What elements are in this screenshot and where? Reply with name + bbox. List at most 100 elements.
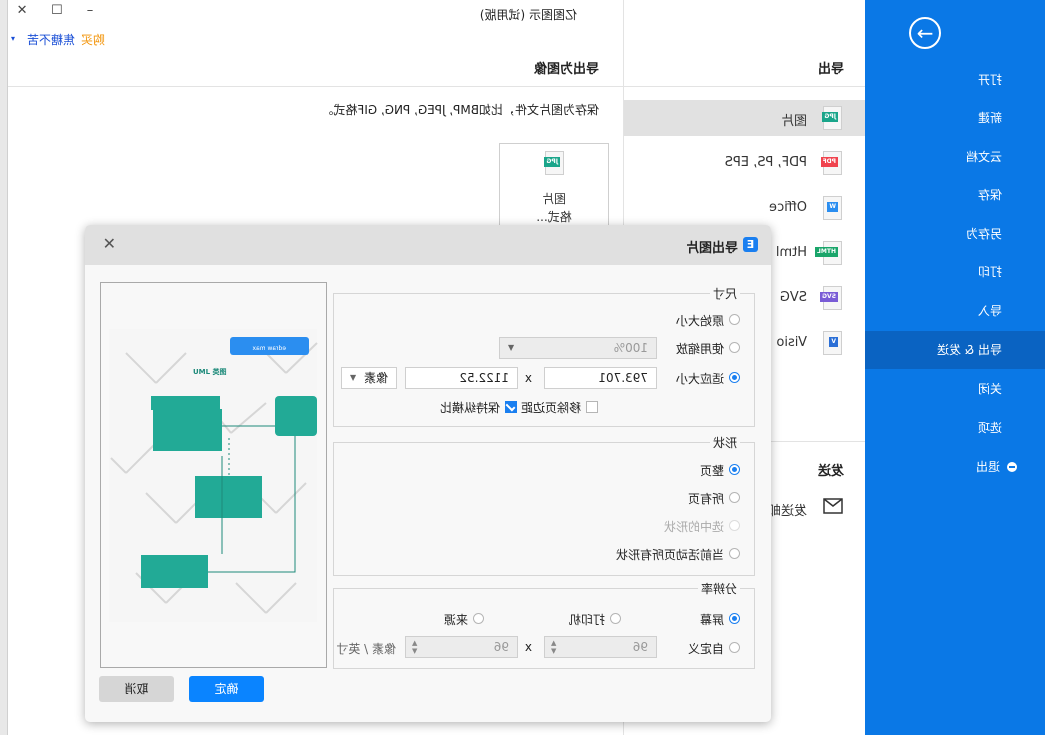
sidebar-item-open[interactable]: 打开 [865,61,1045,99]
chevron-down-icon[interactable]: ▾ [11,34,15,43]
radio-dot [729,314,740,325]
sidebar-item-label: 打印 [977,265,1002,279]
radio-dot [473,613,484,624]
sidebar-item-cloud-docs[interactable]: 云文档 [865,138,1045,176]
radio-label: 适应大小 [675,372,724,386]
jpg-file-icon: JPG [822,106,842,130]
sidebar-item-label: 关闭 [977,382,1002,396]
sidebar-item-import[interactable]: 导入 [865,292,1045,330]
export-item-office[interactable]: W Office [624,190,865,226]
export-item-label: Visio [776,335,807,350]
dpi-x-stepper[interactable]: 96 ▲ ▼ [544,636,657,658]
content-title: 导出为图像 [533,62,599,77]
back-arrow-icon[interactable]: → [909,17,941,49]
export-item-label: PDF, PS, EPS [724,155,807,170]
card-sublabel: 格式... [536,210,572,224]
sidebar-item-new[interactable]: 新建 [865,99,1045,137]
window-title: 亿图图示 (试用版) [479,8,577,22]
sidebar-item-label: 另存为 [965,227,1002,241]
dpi-unit-label: 像素 / 英寸 [336,642,396,656]
visio-file-icon: V [823,331,842,355]
sidebar-item-label: 退出 [975,460,1000,474]
user-account-menu[interactable]: 焦糖不苦 [27,31,75,48]
edraw-banner: edraw max [230,337,309,355]
close-icon[interactable]: ✕ [103,234,116,253]
sidebar-item-export-send[interactable]: 导出 & 发送 [865,331,1045,369]
radio-label: 屏幕 [699,613,724,627]
dpi-y-stepper[interactable]: 96 ▲ ▼ [405,636,518,658]
sidebar-item-close[interactable]: 关闭 [865,370,1045,408]
width-value: 793.701 [598,371,648,385]
html-file-icon: HTML [815,241,842,265]
image-format-card[interactable]: JPG 图片 格式... [499,143,609,230]
radio-dot [729,372,740,383]
radio-label: 自定义 [687,642,724,656]
minimize-button[interactable]: – [80,3,100,18]
radio-dot [729,548,740,559]
preview-diagram: edraw max UML 类图 [109,329,318,622]
sidebar-item-label: 新建 [977,111,1002,125]
radio-dot [729,520,740,531]
radio-label: 当前活动页所有形状 [615,548,724,562]
radio-label: 使用缩放 [675,342,724,356]
radio-dot [729,613,740,624]
height-value: 1122.52 [459,371,509,385]
buy-link[interactable]: 购买 [81,31,105,48]
send-section-title: 发送 [817,464,844,479]
export-preview: edraw max UML 类图 [100,282,327,668]
sidebar-item-save-as[interactable]: 另存为 [865,215,1045,253]
sidebar-item-save[interactable]: 保存 [865,176,1045,214]
svg-file-icon: SVG [820,286,842,310]
file-tag: JPG [544,157,560,167]
file-tag: SVG [820,292,838,302]
app-logo-icon: E [743,237,758,252]
sidebar-item-label: 打开 [977,73,1002,87]
diagram-title: UML 类图 [193,367,227,376]
radio-label: 原始大小 [675,314,724,328]
window-edge [0,0,8,735]
sidebar-item-exit[interactable]: 退出 [865,448,1045,486]
unit-value: 像素 [363,371,388,385]
radio-label: 打印机 [568,613,605,627]
dpi-x-value: 96 [632,640,648,654]
checkbox-label: 移除页边距 [520,401,581,415]
jpg-file-icon: JPG [544,151,564,175]
radio-label: 所有页 [687,492,724,506]
radio-label: 整页 [699,464,724,478]
radio-dot [729,342,740,353]
shape-legend: 形状 [712,436,737,450]
pdf-file-icon: PDF [820,151,842,175]
maximize-button[interactable]: ☐ [47,3,67,18]
unit-select[interactable]: 像素 ▼ [341,367,397,389]
height-input[interactable]: 1122.52 [405,367,518,389]
export-item-image[interactable]: JPG 图片 [624,100,865,136]
card-label: 图片 [542,192,567,206]
radio-dot [729,464,740,475]
dpi-y-value: 96 [493,640,509,654]
zoom-select[interactable]: 100% ▼ [499,337,657,359]
checkbox-box [586,401,598,413]
radio-dot [729,642,740,653]
minus-circle-icon [1007,462,1017,472]
close-window-button[interactable]: ✕ [12,3,32,18]
radio-dot [729,492,740,503]
export-item-pdf[interactable]: PDF PDF, PS, EPS [624,145,865,181]
checkbox-box [505,401,517,413]
sidebar-item-label: 导出 & 发送 [937,343,1002,357]
divider [8,86,624,87]
zoom-value: 100% [613,341,648,355]
export-section-title: 导出 [817,62,844,77]
file-tag: W [827,202,838,212]
spin-arrows-icon[interactable]: ▲ ▼ [412,639,417,655]
width-input[interactable]: 793.701 [544,367,657,389]
cancel-button[interactable]: 取消 [99,676,174,702]
resolution-legend: 分辨率 [700,582,737,596]
checkbox-label: 保持纵横比 [439,401,500,415]
ok-button[interactable]: 确定 [189,676,264,702]
dialog-title: 导出图片 [685,241,738,256]
dialog-header: E 导出图片 ✕ [85,225,771,265]
divider [624,86,865,87]
sidebar-item-print[interactable]: 打印 [865,253,1045,291]
spin-arrows-icon[interactable]: ▲ ▼ [551,639,556,655]
sidebar-item-options[interactable]: 选项 [865,409,1045,447]
